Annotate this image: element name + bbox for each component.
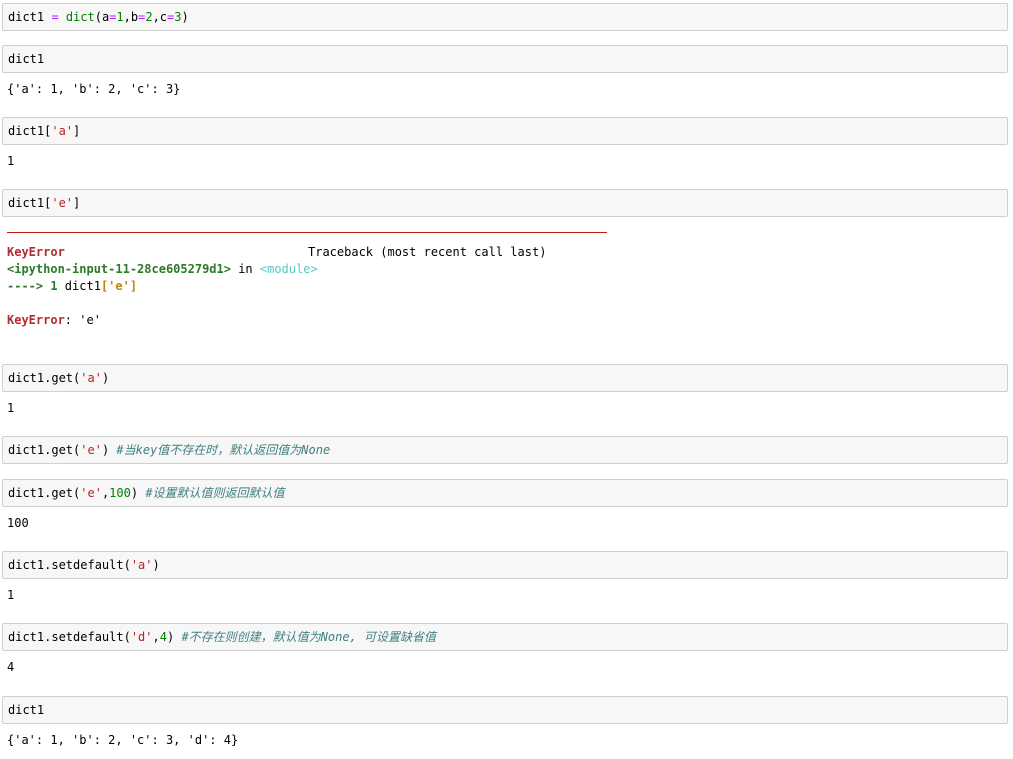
code-comment: #当key值不存在时，默认返回值为None [116, 443, 331, 457]
code-text: ] [73, 196, 81, 210]
string-literal: 'a' [51, 124, 74, 138]
code-text: dict1 [8, 703, 45, 717]
code-text: dict1[ [8, 124, 52, 138]
arrow-string: 'e' [108, 279, 130, 293]
code-cell-6[interactable]: dict1.get('e') #当key值不存在时，默认返回值为None [2, 436, 1008, 464]
code-text: ) [130, 486, 146, 500]
code-text: ) [101, 371, 110, 385]
code-text: dict1[ [8, 196, 52, 210]
arrow-bracket: ] [129, 279, 138, 293]
code-cell-5[interactable]: dict1.get('a') [2, 364, 1008, 392]
module-ref: <module> [259, 262, 318, 276]
code-cell-3[interactable]: dict1['a'] [2, 117, 1008, 145]
cell-output: {'a': 1, 'b': 2, 'c': 3} [7, 82, 181, 96]
code-cell-7[interactable]: dict1.get('e',100) #设置默认值则返回默认值 [2, 479, 1008, 507]
code-text: dict1 [8, 52, 45, 66]
code-text: ] [73, 124, 81, 138]
code-text: dict1.setdefault( [8, 558, 131, 572]
code-text: ) [101, 443, 117, 457]
code-text: (a [94, 10, 110, 24]
cell-output: {'a': 1, 'b': 2, 'c': 3, 'd': 4} [7, 733, 239, 747]
cell-output: 100 [7, 516, 29, 530]
string-literal: 'e' [80, 443, 102, 457]
code-comment: #不存在则创建，默认值为None, 可设置缺省值 [181, 630, 437, 644]
code-text: ) [152, 558, 160, 572]
final-error-name: KeyError [7, 313, 65, 327]
string-literal: 'e' [80, 486, 102, 500]
cell-output: 1 [7, 401, 15, 415]
number: 2 [145, 10, 153, 24]
cell-output: 1 [7, 154, 15, 168]
final-error-message: : 'e' [64, 313, 101, 327]
code-text: ) [166, 630, 182, 644]
number: 1 [116, 10, 124, 24]
cell-output: 1 [7, 588, 15, 602]
builtin-name: dict [65, 10, 95, 24]
string-literal: 'e' [51, 196, 74, 210]
code-text: dict1.get( [8, 371, 81, 385]
code-text: dict1 [8, 10, 52, 24]
code-text: , [152, 630, 160, 644]
code-text: dict1.setdefault( [8, 630, 131, 644]
code-text: dict1.get( [8, 443, 81, 457]
number: 100 [109, 486, 131, 500]
code-text: dict1.get( [8, 486, 81, 500]
code-cell-8[interactable]: dict1.setdefault('a') [2, 551, 1008, 579]
traceback-header: KeyError [7, 244, 65, 260]
input-ref: <ipython-input-11-28ce605279d1> [7, 262, 231, 276]
operator: = [51, 10, 59, 24]
string-literal: 'a' [130, 558, 153, 572]
code-cell-1[interactable]: dict1 = dict(a=1,b=2,c=3) [2, 3, 1008, 31]
code-comment: #设置默认值则返回默认值 [145, 486, 285, 500]
code-cell-4[interactable]: dict1['e'] [2, 189, 1008, 217]
code-text: ,b [123, 10, 139, 24]
error-name: KeyError [7, 245, 65, 259]
traceback-line: ----> 1 dict1['e'] [7, 278, 137, 294]
traceback-title: Traceback (most recent call last) [308, 245, 547, 259]
traceback-location: <ipython-input-11-28ce605279d1> in <modu… [7, 261, 318, 277]
arrow-marker: ----> 1 [7, 279, 58, 293]
in-word: in [230, 262, 260, 276]
code-cell-10[interactable]: dict1 [2, 696, 1008, 724]
traceback-final: KeyError: 'e' [7, 312, 101, 328]
number: 4 [159, 630, 167, 644]
code-text: ) [181, 10, 189, 24]
string-literal: 'a' [80, 371, 102, 385]
code-cell-2[interactable]: dict1 [2, 45, 1008, 73]
number: 3 [174, 10, 182, 24]
cell-output: 4 [7, 660, 15, 674]
traceback-rule [7, 232, 607, 233]
code-text: ,c [152, 10, 168, 24]
string-literal: 'd' [130, 630, 153, 644]
code-cell-9[interactable]: dict1.setdefault('d',4) #不存在则创建，默认值为None… [2, 623, 1008, 651]
arrow-code: dict1 [57, 279, 101, 293]
